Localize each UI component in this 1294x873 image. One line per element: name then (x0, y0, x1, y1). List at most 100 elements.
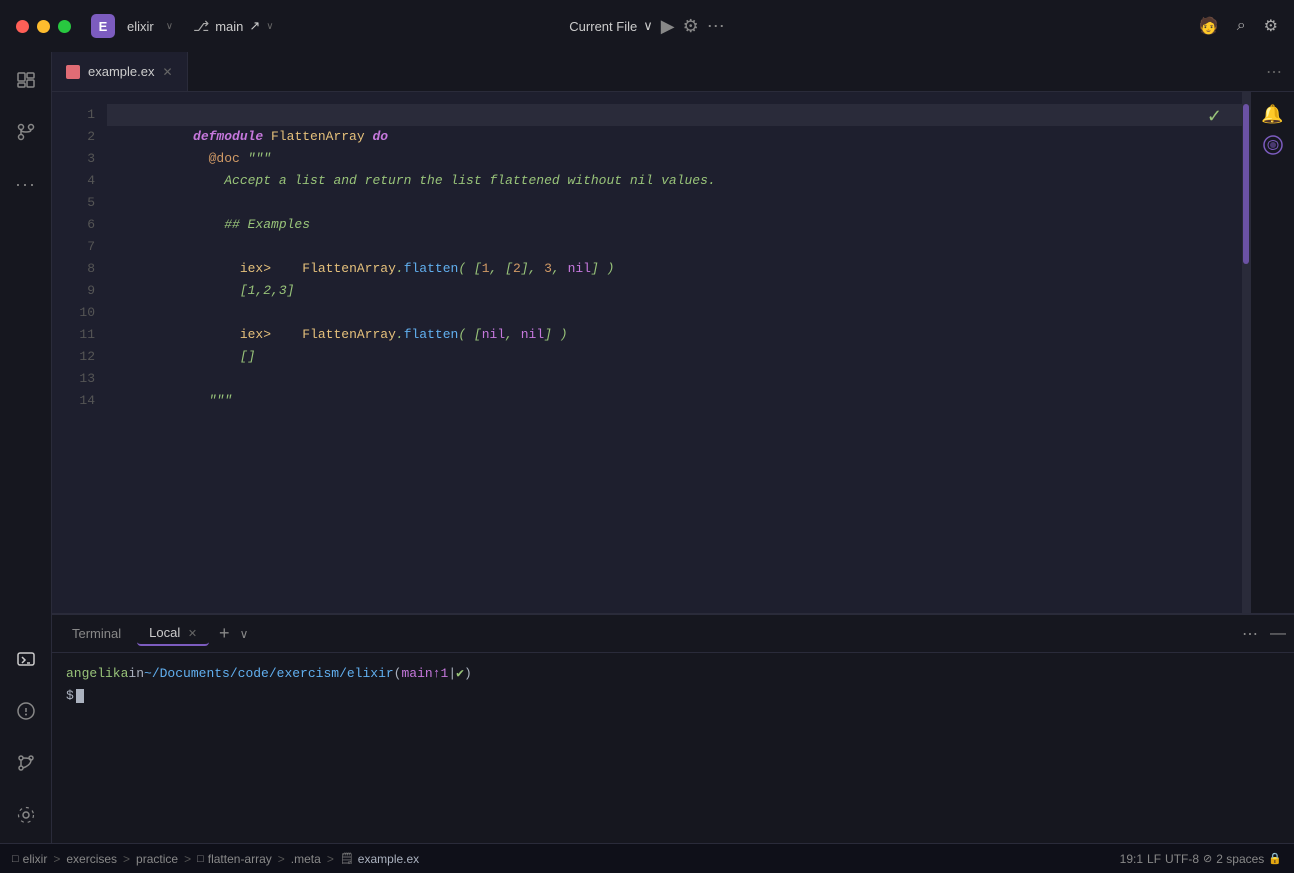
settings-icon[interactable]: ⚙ (1264, 16, 1278, 36)
line-num-4: 4 (87, 170, 95, 192)
branch-section[interactable]: ⎇ main ↗ ∨ (193, 18, 274, 35)
status-crumb-meta[interactable]: .meta (291, 852, 321, 866)
titlebar: E elixir ∨ ⎇ main ↗ ∨ Current File ∨ ▶ ⚙… (0, 0, 1294, 52)
sidebar-item-source-control[interactable] (10, 116, 42, 148)
titlebar-right: 🧑 ⌕ ⚙ (1199, 16, 1278, 36)
status-sep1: > (53, 852, 60, 866)
branch-arrow: ↗ (249, 18, 260, 34)
status-le[interactable]: LF (1147, 852, 1161, 866)
line-num-13: 13 (79, 368, 95, 390)
terminal-path: ~/Documents/code/exercism/elixir (144, 663, 394, 685)
terminal-cursor-line: $ (66, 685, 1280, 707)
app-name-label: elixir (127, 19, 154, 34)
terminal-more-icon[interactable]: ⋯ (1242, 624, 1258, 644)
terminal-branch-arrow: ↑1 (433, 663, 449, 685)
sidebar-item-git[interactable] (10, 747, 42, 779)
traffic-lights (16, 20, 71, 33)
titlebar-center: Current File ∨ ▶ ⚙ ⋯ (569, 16, 724, 37)
editor-scrollbar[interactable] (1242, 92, 1250, 613)
status-lock-icon: 🔒 (1268, 852, 1282, 865)
tab-bar: example.ex ✕ ⋯ (52, 52, 1294, 92)
line-num-9: 9 (87, 280, 95, 302)
terminal-actions: ⋯ — (1242, 624, 1286, 644)
status-sep3: > (184, 852, 191, 866)
app-icon: E (91, 14, 115, 38)
line-num-12: 12 (79, 346, 95, 368)
code-line-10: iex> FlattenArray.flatten( [nil, nil] ) (107, 302, 1242, 324)
terminal-content[interactable]: angelika in ~/Documents/code/exercism/el… (52, 653, 1294, 843)
line-num-10: 10 (79, 302, 95, 324)
code-editor[interactable]: defmodule FlattenArray do @doc """ Accep… (107, 92, 1242, 613)
terminal-prompt-line: angelika in ~/Documents/code/exercism/el… (66, 663, 1280, 685)
minimize-button[interactable] (37, 20, 50, 33)
line-num-8: 8 (87, 258, 95, 280)
status-folder2-icon: □ (197, 853, 204, 865)
add-profile-icon[interactable]: 🧑 (1199, 16, 1219, 36)
status-position[interactable]: 19:1 (1120, 852, 1143, 866)
status-sep2: > (123, 852, 130, 866)
terminal-panel: Terminal Local ✕ + ∨ ⋯ — angelika in ~/D… (52, 613, 1294, 843)
line-num-3: 3 (87, 148, 95, 170)
more-options-icon[interactable]: ⋯ (707, 16, 725, 37)
sidebar-item-more[interactable]: ··· (10, 168, 42, 200)
code-line-5: ## Examples (107, 192, 1242, 214)
right-sidebar: 🔔 (1250, 92, 1294, 613)
code-line-12 (107, 346, 1242, 368)
file-icon (66, 65, 80, 79)
current-file-button[interactable]: Current File ∨ (569, 18, 652, 34)
terminal-chevron-icon[interactable]: ∨ (240, 627, 249, 641)
current-file-chevron-icon: ∨ (643, 18, 653, 34)
search-icon[interactable]: ⌕ (1237, 17, 1246, 35)
status-crumb-practice[interactable]: practice (136, 852, 178, 866)
status-project[interactable]: elixir (23, 852, 48, 866)
status-encoding[interactable]: UTF-8 (1165, 852, 1199, 866)
code-line-13: """ (107, 368, 1242, 390)
local-tab-label: Local (149, 625, 180, 640)
status-crumb-flatten[interactable]: flatten-array (208, 852, 272, 866)
terminal-branch-close: ) (464, 663, 472, 685)
close-button[interactable] (16, 20, 29, 33)
terminal-minimize-icon[interactable]: — (1270, 625, 1286, 643)
status-sep4: > (278, 852, 285, 866)
tab-more-icon[interactable]: ⋯ (1254, 62, 1294, 82)
status-crumb-exercises[interactable]: exercises (66, 852, 117, 866)
status-bar: □ elixir > exercises > practice > □ flat… (0, 843, 1294, 873)
sidebar-item-terminal[interactable] (10, 643, 42, 675)
local-tab-close-icon[interactable]: ✕ (188, 628, 197, 640)
debug-icon[interactable]: ⚙ (683, 16, 699, 37)
terminal-cursor (76, 689, 84, 703)
code-line-14 (107, 390, 1242, 412)
status-crumb-file[interactable]: example.ex (358, 852, 419, 866)
sidebar-item-alerts[interactable] (10, 695, 42, 727)
branch-chevron-icon: ∨ (266, 21, 273, 32)
code-line-3: Accept a list and return the list flatte… (107, 148, 1242, 170)
line-num-1: 1 (87, 104, 95, 126)
terminal-tab[interactable]: Terminal (60, 622, 133, 645)
terminal-in: in (128, 663, 144, 685)
local-tab[interactable]: Local ✕ (137, 621, 209, 646)
left-sidebar: ··· (0, 52, 52, 843)
status-indent-icon: ⊘ (1203, 852, 1212, 865)
maximize-button[interactable] (58, 20, 71, 33)
status-sep5: > (327, 852, 334, 866)
add-terminal-icon[interactable]: + (213, 623, 236, 644)
ai-assistant-icon[interactable] (1261, 133, 1285, 163)
tab-close-icon[interactable]: ✕ (162, 65, 172, 79)
line-num-6: 6 (87, 214, 95, 236)
run-icon[interactable]: ▶ (661, 16, 675, 37)
status-indent[interactable]: 2 spaces (1216, 852, 1264, 866)
bell-icon[interactable]: 🔔 (1261, 104, 1283, 125)
terminal-tab-label: Terminal (72, 626, 121, 641)
line-num-5: 5 (87, 192, 95, 214)
terminal-tab-bar: Terminal Local ✕ + ∨ ⋯ — (52, 615, 1294, 653)
line-num-14: 14 (79, 390, 95, 412)
sidebar-item-explorer[interactable] (10, 64, 42, 96)
status-folder-icon: □ (12, 853, 19, 865)
git-branch-icon: ⎇ (193, 18, 209, 35)
sidebar-item-settings[interactable] (10, 799, 42, 831)
tab-example-ex[interactable]: example.ex ✕ (52, 52, 188, 91)
status-file-icon: 🗒 (340, 852, 354, 865)
terminal-dollar: $ (66, 685, 74, 707)
scrollbar-thumb[interactable] (1243, 104, 1249, 264)
branch-name: main (215, 19, 243, 34)
